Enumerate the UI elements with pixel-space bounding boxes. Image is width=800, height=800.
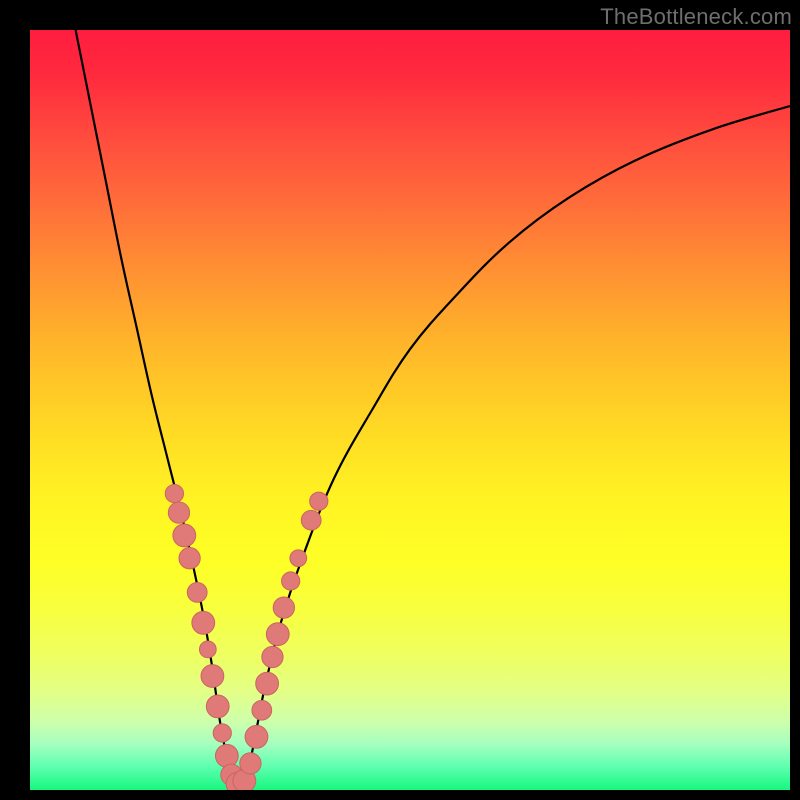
data-marker — [282, 572, 300, 590]
data-marker — [201, 665, 224, 688]
data-marker — [266, 623, 289, 646]
data-marker — [252, 700, 272, 720]
watermark-label: TheBottleneck.com — [600, 4, 792, 30]
data-marker — [206, 695, 229, 718]
data-marker — [179, 548, 200, 569]
data-marker — [168, 502, 189, 523]
data-marker — [165, 484, 183, 502]
data-marker — [273, 597, 294, 618]
chart-stage: TheBottleneck.com — [0, 0, 800, 800]
bottleneck-curve-svg — [30, 30, 790, 790]
bottleneck-curve-path — [76, 30, 790, 785]
data-marker — [290, 550, 307, 567]
data-marker — [310, 492, 328, 510]
data-marker — [245, 725, 268, 748]
plot-area — [30, 30, 790, 790]
data-marker — [215, 744, 238, 767]
marker-layer — [165, 484, 328, 790]
data-marker — [240, 753, 261, 774]
data-marker — [213, 724, 231, 742]
data-marker — [199, 641, 216, 658]
data-marker — [301, 510, 321, 530]
data-marker — [173, 524, 196, 547]
data-marker — [187, 583, 207, 603]
data-marker — [262, 646, 283, 667]
data-marker — [192, 611, 215, 634]
data-marker — [256, 672, 279, 695]
